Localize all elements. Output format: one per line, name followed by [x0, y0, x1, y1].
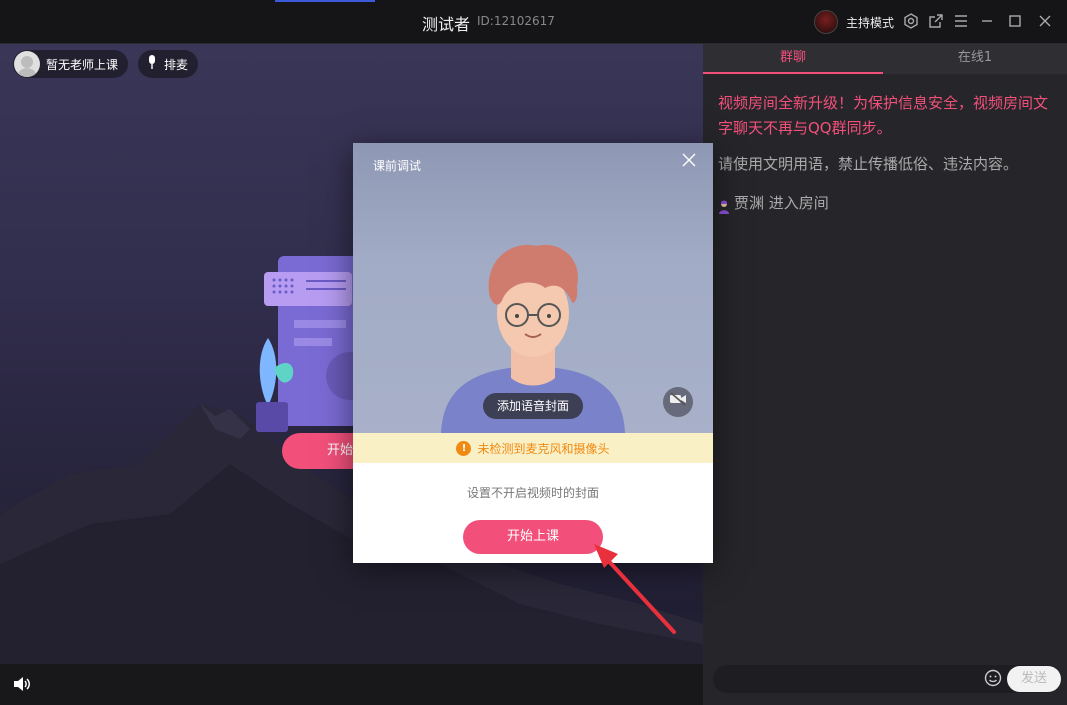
tab-online[interactable]: 在线1: [885, 44, 1065, 74]
minimize-icon[interactable]: [978, 13, 996, 31]
stage-bottom-bar: [0, 664, 703, 705]
share-icon[interactable]: [927, 13, 945, 31]
camera-off-icon[interactable]: [663, 387, 693, 417]
start-class-button[interactable]: 开始上课: [463, 520, 603, 554]
device-warning-text: 未检测到麦克风和摄像头: [477, 440, 609, 457]
close-icon[interactable]: [1036, 13, 1054, 31]
queue-mic-pill[interactable]: 排麦: [138, 50, 198, 78]
speaker-icon[interactable]: [12, 674, 34, 694]
teacher-status-label: 暂无老师上课: [46, 56, 118, 73]
user-enter-message: 贾渊 进入房间: [718, 191, 829, 216]
window-title: 测试者: [422, 11, 470, 35]
user-id: ID:12102617: [477, 14, 555, 28]
chat-message-input[interactable]: 发送: [713, 665, 1061, 693]
host-mode-label[interactable]: 主持模式: [846, 14, 894, 31]
dialog-title: 课前调试: [373, 157, 421, 174]
title-bar: 测试者 ID:12102617 主持模式: [0, 0, 1067, 44]
warning-icon: !: [456, 441, 471, 456]
civility-rule-message: 请使用文明用语，禁止传播低俗、违法内容。: [718, 152, 1048, 177]
chat-tabs: 群聊 在线1: [703, 44, 1067, 74]
device-warning-banner: ! 未检测到麦克风和摄像头: [353, 433, 713, 463]
teacher-avatar: [14, 51, 40, 77]
dialog-close-icon[interactable]: [680, 153, 698, 171]
enter-user-name: 贾渊: [734, 191, 764, 216]
camera-preview: 课前调试 添加语音封面: [353, 143, 713, 433]
menu-icon[interactable]: [952, 13, 970, 31]
send-button[interactable]: 发送: [1007, 666, 1061, 692]
title-accent-strip: [275, 0, 375, 2]
empty-classroom-illustration: [250, 256, 360, 436]
annotation-arrow: [590, 540, 680, 635]
user-icon: [718, 197, 730, 211]
host-avatar[interactable]: [814, 10, 838, 34]
emoji-icon[interactable]: [983, 669, 1003, 689]
add-voice-cover-button[interactable]: 添加语音封面: [483, 393, 583, 419]
cover-hint-text: 设置不开启视频时的封面: [353, 484, 713, 501]
queue-mic-label: 排麦: [164, 56, 188, 73]
settings-icon[interactable]: [902, 13, 920, 31]
pre-class-test-dialog: 课前调试 添加语音封面 ! 未检测到麦克风和摄像头 设置不开启视频时的封面 开始…: [353, 143, 713, 563]
enter-text: 进入房间: [769, 191, 829, 216]
microphone-icon: [142, 54, 162, 74]
tab-group-chat[interactable]: 群聊: [703, 44, 883, 74]
maximize-icon[interactable]: [1006, 13, 1024, 31]
system-notice-message: 视频房间全新升级！为保护信息安全，视频房间文字聊天不再与QQ群同步。: [718, 91, 1048, 141]
teacher-status-pill[interactable]: 暂无老师上课: [13, 50, 128, 78]
chat-panel: 群聊 在线1 视频房间全新升级！为保护信息安全，视频房间文字聊天不再与QQ群同步…: [703, 44, 1067, 705]
